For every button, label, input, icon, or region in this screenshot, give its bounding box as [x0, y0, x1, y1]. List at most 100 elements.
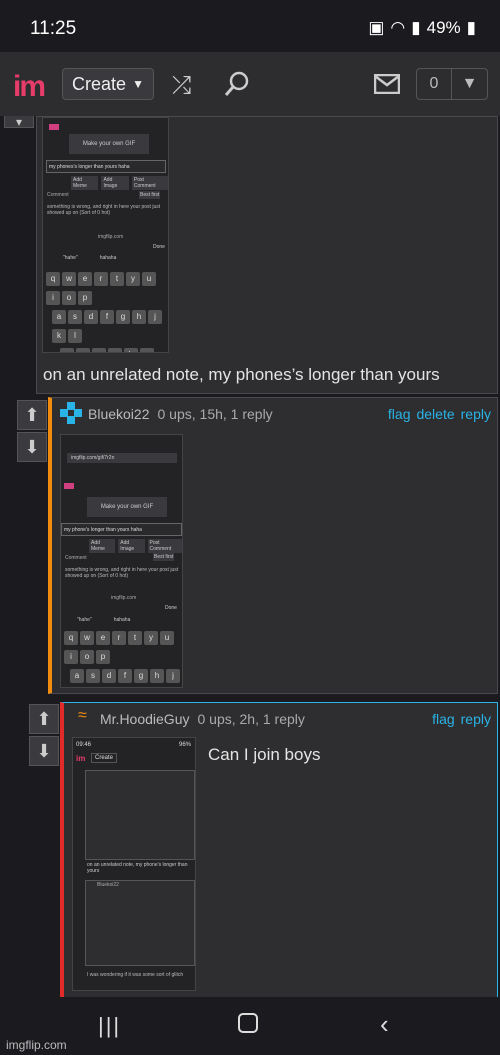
flag-link[interactable]: flag	[388, 406, 411, 422]
reply-link[interactable]: reply	[461, 711, 491, 727]
back-icon[interactable]: ‹	[380, 1009, 389, 1040]
keyboard-row: q w e r t y u i o p	[63, 627, 182, 665]
create-button: Create	[91, 753, 118, 763]
keyboard: qwertyuiop asdfghjkl zxcvbnm 123 space r…	[45, 268, 168, 352]
key-i: i	[46, 291, 60, 305]
key-k: k	[52, 329, 66, 343]
comment-input: my phone's longer than yours haha	[61, 523, 182, 536]
key-x: x	[76, 348, 90, 352]
key-f: f	[100, 310, 114, 324]
reply-snippet: something is wrong, and right in here yo…	[47, 204, 161, 216]
status-icons: ▣ ◠ ▮ 49% ▮	[368, 18, 476, 38]
key-o: o	[80, 650, 94, 664]
avatar	[64, 483, 74, 489]
battery-percent: 49%	[426, 18, 461, 37]
comment-actions: flag reply	[432, 711, 491, 727]
home-icon[interactable]	[238, 1013, 258, 1033]
delete-link[interactable]: delete	[416, 406, 454, 422]
key-t: t	[128, 631, 142, 645]
comment: Make your own GIF my phones’s longer tha…	[36, 116, 498, 394]
comment-header: Mr.HoodieGuy 0 ups, 2h, 1 reply	[100, 711, 305, 727]
upvote-button[interactable]: ⬆	[17, 400, 47, 430]
key-d: d	[102, 669, 116, 683]
key-e: e	[96, 631, 110, 645]
key-v: v	[108, 348, 122, 352]
site-url: imgflip.com	[111, 595, 137, 601]
author-name[interactable]: Bluekoi22	[88, 406, 150, 422]
reply-snippet: something is wrong, and right in here yo…	[65, 567, 179, 579]
shot-time: 09:46	[76, 742, 92, 748]
key-u: u	[142, 272, 156, 286]
downvote-button[interactable]: ▾	[4, 115, 34, 129]
done-label: Done	[153, 244, 165, 250]
create-label: Create	[72, 73, 127, 94]
battery-saver-icon: ▣	[368, 18, 385, 37]
key-b: b	[124, 348, 138, 352]
key-g: g	[116, 310, 130, 324]
keyboard-row: asdfghjkl	[45, 306, 168, 344]
comment-label: Comment	[47, 192, 69, 198]
suggestion-bar: "hahe" hahaha	[63, 255, 116, 261]
key-s: s	[68, 310, 82, 324]
notification-button[interactable]: 0 ▼	[416, 68, 488, 100]
key-c: c	[92, 348, 106, 352]
key-e: e	[78, 272, 92, 286]
key-p: p	[96, 650, 110, 664]
suggestion: "hahe"	[63, 255, 78, 261]
recents-icon[interactable]: |||	[98, 1013, 121, 1039]
key-r: r	[112, 631, 126, 645]
flag-link[interactable]: flag	[432, 711, 455, 727]
keyboard: qwertyuiop asdfghjkl zxcvbnm	[63, 627, 182, 687]
key-q: q	[64, 631, 78, 645]
sort-select: Best first	[139, 191, 161, 199]
suggestion-bar: "hahe" hahaha	[77, 617, 130, 623]
watermark: imgflip.com	[6, 1038, 67, 1052]
avatar: ≈	[78, 707, 87, 724]
key-i: i	[64, 650, 78, 664]
key-l: l	[68, 329, 82, 343]
key-a: a	[70, 669, 84, 683]
suggestion: hahaha	[113, 617, 131, 623]
shuffle-icon[interactable]: ⤮	[172, 72, 191, 100]
tab-add-meme: Add Meme	[89, 539, 116, 553]
author-name[interactable]: Mr.HoodieGuy	[100, 711, 189, 727]
create-button[interactable]: Create ▼	[62, 68, 154, 100]
notification-count: 0	[417, 69, 452, 99]
keyboard-row: q w e r t y u i o p	[45, 268, 168, 306]
comment-tabs: Add Meme Add Image Post Comment	[89, 539, 182, 553]
android-nav-bar: ||| ‹	[0, 997, 500, 1055]
search-icon[interactable]	[224, 70, 252, 103]
imgflip-logo: im	[76, 754, 86, 763]
wifi-icon: ◠	[390, 18, 406, 37]
avatar	[49, 124, 59, 130]
comment: ≈ Mr.HoodieGuy 0 ups, 2h, 1 reply flag r…	[60, 702, 498, 998]
key-o: o	[62, 291, 76, 305]
mail-icon[interactable]	[373, 73, 401, 99]
key-j: j	[148, 310, 162, 324]
key-q: q	[46, 272, 60, 286]
keyboard-row: zxcvbnm	[45, 344, 168, 352]
key-s: s	[86, 669, 100, 683]
shot-battery: 96%	[178, 742, 191, 748]
key-w: w	[62, 272, 76, 286]
suggestion: "hahe"	[77, 617, 92, 623]
key-h: h	[132, 310, 146, 324]
upvote-button[interactable]: ⬆	[29, 704, 59, 734]
comment-tabs: Add Meme Add Image Post Comment	[71, 176, 168, 190]
nested-comment	[85, 880, 195, 966]
nested-text: on an unrelated note, my phone's longer …	[87, 862, 188, 874]
nested-author: Bluekoi22	[97, 882, 119, 888]
key-d: d	[84, 310, 98, 324]
suggestion: hahaha	[99, 255, 117, 261]
nested-text: I was wondering if it was some sort of g…	[87, 972, 184, 978]
keyboard-row: asdfghjkl	[63, 665, 182, 687]
tab-add-image: Add Image	[118, 539, 145, 553]
done-label: Done	[165, 605, 177, 611]
reply-link[interactable]: reply	[461, 406, 491, 422]
key-g: g	[134, 669, 148, 683]
downvote-button[interactable]: ⬇	[17, 432, 47, 462]
imgflip-logo[interactable]: im	[13, 70, 46, 104]
downvote-button[interactable]: ⬇	[29, 736, 59, 766]
site-url: imgflip.com	[98, 234, 124, 240]
tab-post-comment: Post Comment	[147, 539, 182, 553]
